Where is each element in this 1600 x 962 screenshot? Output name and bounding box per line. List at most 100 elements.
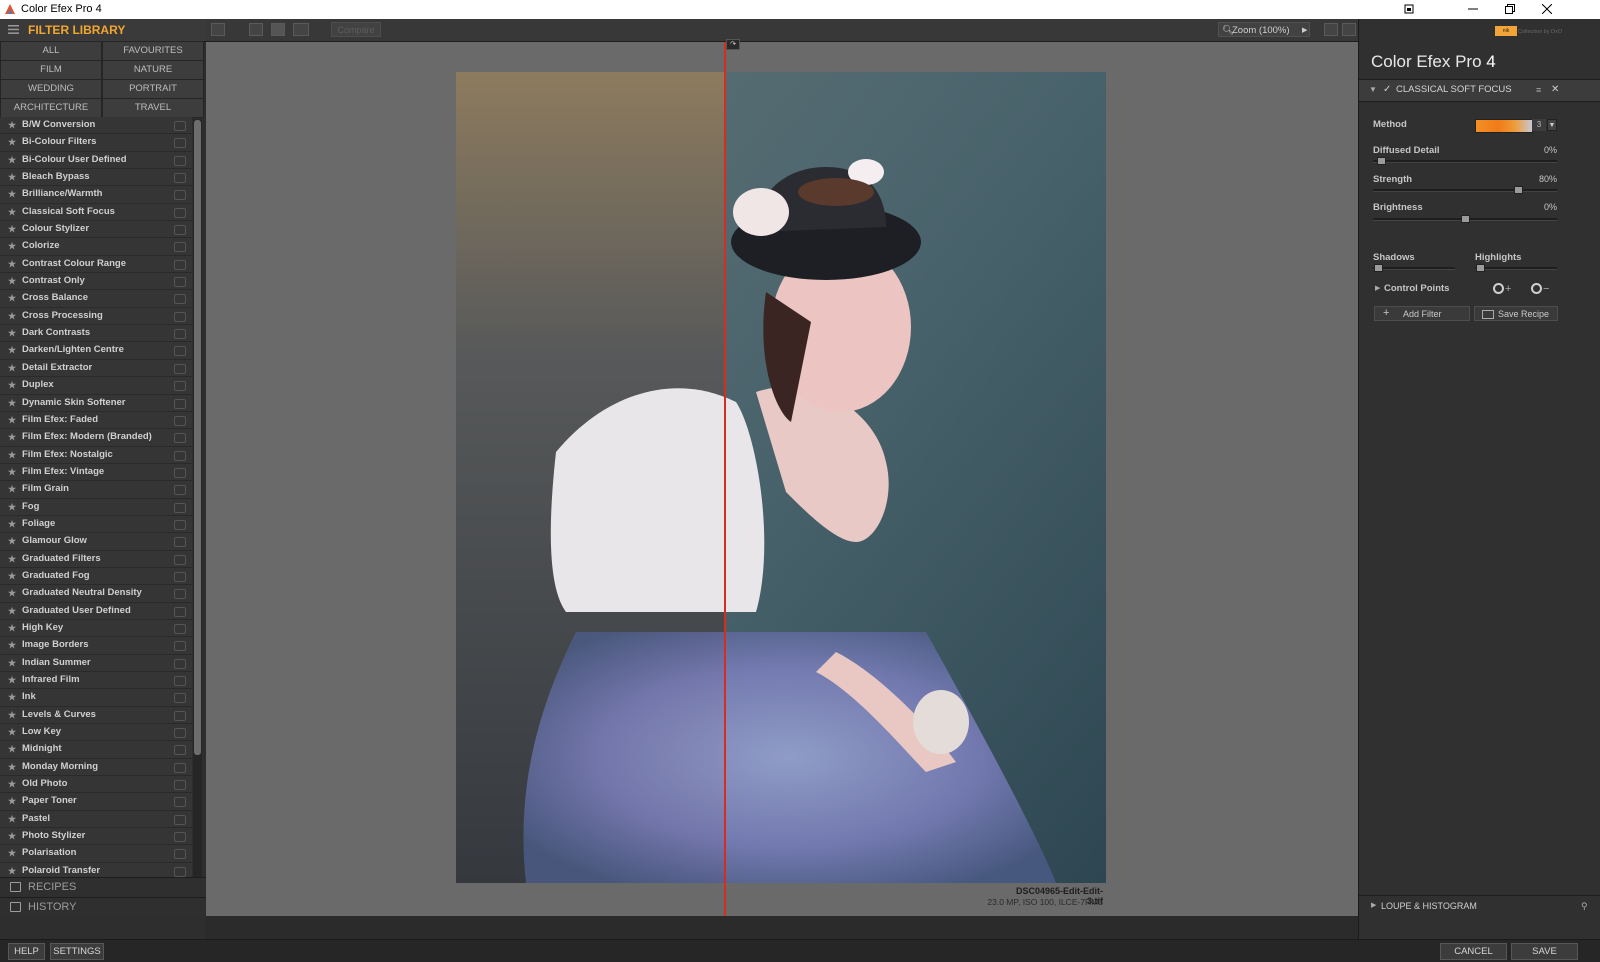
add-filter-icon[interactable] [174,832,186,843]
add-filter-icon[interactable] [174,710,186,721]
favourite-star-icon[interactable]: ★ [8,186,16,202]
favourite-star-icon[interactable]: ★ [8,342,16,358]
filter-item[interactable]: ★ Glamour Glow [0,533,192,551]
favourite-star-icon[interactable]: ★ [8,429,16,445]
expand-triangle-icon[interactable]: ▶ [1375,281,1380,297]
filter-item[interactable]: ★ Duplex [0,377,192,395]
diffused-detail-slider[interactable] [1373,157,1557,165]
background-toggle-icon[interactable] [1324,23,1338,36]
add-filter-icon[interactable] [174,225,186,236]
filter-item[interactable]: ★ Graduated User Defined [0,602,192,620]
favourite-star-icon[interactable]: ★ [8,620,16,636]
add-filter-icon[interactable] [174,363,186,374]
filter-item[interactable]: ★ Cross Balance [0,290,192,308]
favourite-star-icon[interactable]: ★ [8,169,16,185]
filter-item[interactable]: ★ B/W Conversion [0,117,192,135]
diffused-detail-thumb[interactable] [1376,157,1386,165]
filter-item[interactable]: ★ Bi-Colour Filters [0,134,192,152]
favourite-star-icon[interactable]: ★ [8,603,16,619]
add-filter-icon[interactable] [174,745,186,756]
filter-item[interactable]: ★ Dynamic Skin Softener [0,394,192,412]
favourite-star-icon[interactable]: ★ [8,152,16,168]
favourite-star-icon[interactable]: ★ [8,412,16,428]
add-filter-icon[interactable] [174,311,186,322]
favourite-star-icon[interactable]: ★ [8,724,16,740]
filter-item[interactable]: ★ Monday Morning [0,758,192,777]
filter-item[interactable]: ★ Bleach Bypass [0,169,192,187]
favourite-star-icon[interactable]: ★ [8,655,16,671]
add-filter-icon[interactable] [174,641,186,652]
category-film[interactable]: FILM [0,60,102,80]
filter-item[interactable]: ★ Film Efex: Nostalgic [0,446,192,464]
filter-item[interactable]: ★ Low Key [0,724,192,742]
add-filter-icon[interactable] [174,589,186,600]
category-architecture[interactable]: ARCHITECTURE [0,98,102,118]
close-icon[interactable] [1528,0,1566,19]
toggle-panel-icon[interactable] [1342,23,1356,36]
filter-item[interactable]: ★ Dark Contrasts [0,325,192,343]
filter-item[interactable]: ★ High Key [0,619,192,638]
favourite-star-icon[interactable]: ★ [8,256,16,272]
brightness-thumb[interactable] [1461,215,1470,223]
favourite-star-icon[interactable]: ★ [8,464,16,480]
category-all[interactable]: ALL [0,41,102,61]
restore-icon[interactable] [1491,0,1529,19]
category-nature[interactable]: NATURE [102,60,204,80]
strength-thumb[interactable] [1513,186,1523,194]
favourite-star-icon[interactable]: ★ [8,290,16,306]
favourite-star-icon[interactable]: ★ [8,707,16,723]
favourite-star-icon[interactable]: ★ [8,776,16,792]
highlights-thumb[interactable] [1476,264,1486,272]
add-filter-icon[interactable] [174,606,186,617]
add-filter-icon[interactable] [174,502,186,513]
add-filter-icon[interactable] [174,866,186,877]
category-portrait[interactable]: PORTRAIT [102,79,204,99]
add-filter-icon[interactable] [174,693,186,704]
add-filter-icon[interactable] [174,155,186,166]
method-dropdown-icon[interactable]: ▼ [1547,119,1557,131]
add-filter-icon[interactable] [174,676,186,686]
filter-item[interactable]: ★ Colorize [0,238,192,256]
add-filter-icon[interactable] [174,814,186,825]
highlights-slider[interactable] [1475,264,1557,272]
favourite-star-icon[interactable]: ★ [8,828,16,844]
filter-item[interactable]: ★ Image Borders [0,637,192,655]
favourite-star-icon[interactable]: ★ [8,117,16,133]
compare-button[interactable]: Compare [331,22,381,37]
add-filter-button[interactable]: + Add Filter [1374,306,1470,321]
filter-item[interactable]: ★ Brilliance/Warmth [0,186,192,204]
favourite-star-icon[interactable]: ★ [8,499,16,515]
add-filter-icon[interactable] [174,381,186,392]
favourite-star-icon[interactable]: ★ [8,481,16,497]
filter-item[interactable]: ★ Pastel [0,810,192,829]
add-filter-icon[interactable] [174,121,186,131]
add-control-point-icon[interactable] [1493,283,1504,294]
minimize-icon[interactable] [1454,0,1492,19]
strength-slider[interactable] [1373,186,1557,194]
active-filter-header[interactable]: ▼ ✓ CLASSICAL SOFT FOCUS ≡ ✕ [1359,79,1600,102]
add-filter-icon[interactable] [174,450,186,461]
filter-menu-icon[interactable]: ≡ [1536,80,1541,100]
add-filter-icon[interactable] [174,849,186,860]
add-filter-icon[interactable] [174,762,186,773]
add-filter-icon[interactable] [174,797,186,808]
filter-item[interactable]: ★ Contrast Only [0,273,192,291]
filter-item[interactable]: ★ Foliage [0,515,192,534]
filter-item[interactable]: ★ Graduated Filters [0,550,192,568]
favourite-star-icon[interactable]: ★ [8,741,16,757]
side-by-side-view-icon[interactable] [293,23,309,36]
add-filter-icon[interactable] [174,658,186,669]
add-filter-icon[interactable] [174,173,186,184]
add-filter-icon[interactable] [174,346,186,357]
filter-item[interactable]: ★ Graduated Fog [0,567,192,586]
filter-enabled-checkbox[interactable]: ✓ [1383,80,1391,100]
add-filter-icon[interactable] [174,467,186,478]
add-filter-icon[interactable] [174,623,186,634]
favourite-star-icon[interactable]: ★ [8,551,16,567]
filter-item[interactable]: ★ Film Efex: Modern (Branded) [0,429,192,447]
filter-item[interactable]: ★ Midnight [0,741,192,759]
favourite-star-icon[interactable]: ★ [8,360,16,376]
filter-item[interactable]: ★ Darken/Lighten Centre [0,342,192,360]
category-travel[interactable]: TRAVEL [102,98,204,118]
add-filter-icon[interactable] [174,537,186,548]
